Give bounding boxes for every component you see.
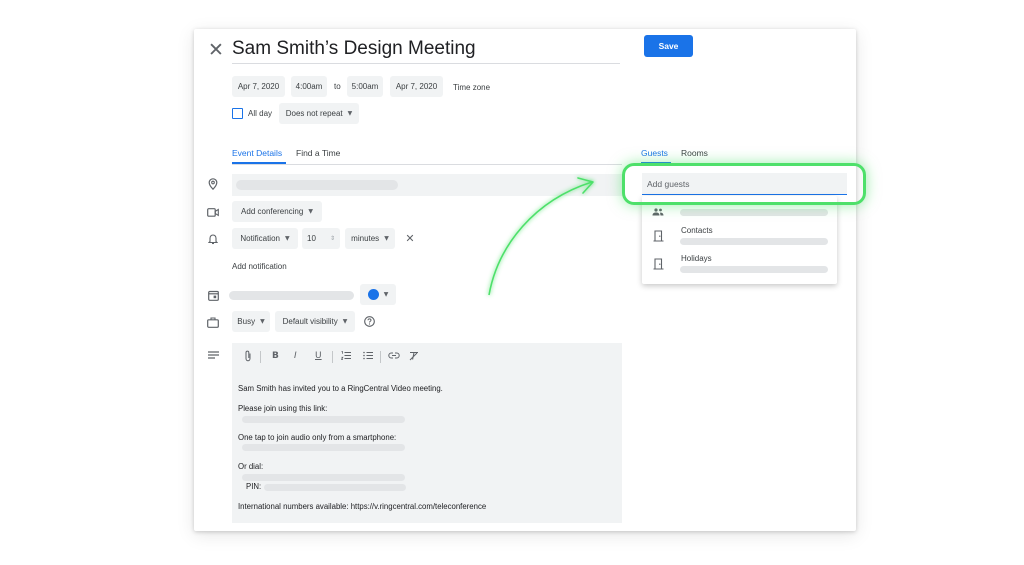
pin-label: PIN:: [246, 482, 262, 491]
description-editor[interactable]: B I U Sam Smith has invited you to a Rin…: [232, 343, 622, 523]
visibility-label: Default visibility: [282, 317, 338, 326]
busy-dropdown[interactable]: Busy ▼: [232, 311, 270, 332]
all-day-checkbox[interactable]: [232, 108, 243, 119]
notification-type-label: Notification: [240, 234, 280, 243]
tab-find-a-time[interactable]: Find a Time: [296, 148, 340, 158]
pin-value-redacted: [264, 484, 406, 491]
description-line-join-link: Please join using this link:: [238, 404, 328, 413]
end-time-label: 5:00am: [351, 82, 379, 91]
chevron-down-icon: ▼: [260, 318, 265, 325]
event-color-dropdown[interactable]: ▼: [360, 284, 396, 305]
save-button[interactable]: Save: [644, 35, 693, 57]
guest-suggestions-dropdown: Contacts Holidays: [642, 196, 837, 284]
bulleted-list-icon[interactable]: [363, 351, 373, 363]
suggestion-holidays-redacted: [680, 266, 828, 273]
suggestion-contacts[interactable]: Contacts: [652, 226, 837, 252]
chevron-down-icon: ▼: [342, 318, 348, 325]
start-time-field[interactable]: 4:00am: [291, 76, 327, 97]
chevron-down-icon: ▼: [284, 235, 290, 242]
notification-value-stepper[interactable]: 10 ⇕: [302, 228, 340, 249]
event-color-swatch: [367, 289, 379, 300]
suggestion-contacts-redacted: [680, 238, 828, 245]
description-icon: [206, 349, 220, 361]
visibility-dropdown[interactable]: Default visibility ▼: [275, 311, 355, 332]
end-time-field[interactable]: 5:00am: [347, 76, 383, 97]
repeat-dropdown[interactable]: Does not repeat ▼: [279, 103, 359, 124]
suggestion-holidays-label: Holidays: [681, 254, 712, 263]
all-day-label: All day: [248, 109, 273, 118]
end-date-label: Apr 7, 2020: [395, 82, 438, 91]
door-icon: [652, 230, 664, 242]
repeat-value: Does not repeat: [285, 109, 343, 118]
tab-guests[interactable]: Guests: [641, 148, 668, 158]
add-notification-link[interactable]: Add notification: [232, 262, 287, 271]
start-date-label: Apr 7, 2020: [237, 82, 280, 91]
event-title[interactable]: Sam Smith’s Design Meeting: [232, 38, 476, 60]
calendar-name-redacted: [229, 291, 354, 300]
notification-type-dropdown[interactable]: Notification ▼: [232, 228, 298, 249]
door-icon: [652, 258, 664, 270]
suggestion-people[interactable]: [652, 206, 837, 222]
start-time-label: 4:00am: [295, 82, 323, 91]
description-line-invite: Sam Smith has invited you to a RingCentr…: [238, 384, 443, 393]
location-placeholder-redacted: [236, 180, 398, 190]
start-date-field[interactable]: Apr 7, 2020: [232, 76, 285, 97]
toolbar-separator: [332, 351, 333, 363]
numbered-list-icon[interactable]: [340, 351, 351, 363]
close-icon[interactable]: ✕: [208, 39, 224, 61]
description-line-international: International numbers available: https:/…: [238, 502, 487, 511]
link-icon[interactable]: [388, 352, 400, 362]
notification-value: 10: [307, 234, 316, 243]
underline-icon[interactable]: U: [315, 351, 322, 361]
tabs-divider: [232, 164, 622, 165]
notification-unit-label: minutes: [351, 234, 380, 243]
meeting-link-redacted: [242, 416, 405, 423]
suggestion-holidays[interactable]: Holidays: [652, 254, 837, 280]
dial-number-redacted: [242, 474, 405, 481]
people-icon: [652, 206, 664, 218]
tab-event-details[interactable]: Event Details: [232, 148, 282, 158]
clear-formatting-icon[interactable]: [409, 351, 419, 364]
add-conferencing-dropdown[interactable]: Add conferencing ▼: [232, 201, 322, 222]
bold-icon[interactable]: B: [272, 351, 279, 361]
end-date-field[interactable]: Apr 7, 2020: [390, 76, 443, 97]
tab-rooms[interactable]: Rooms: [681, 148, 708, 158]
description-line-one-tap: One tap to join audio only from a smartp…: [238, 433, 397, 442]
attachment-icon[interactable]: [244, 350, 252, 365]
title-underline: [232, 63, 620, 64]
annotation-arrow-icon: [488, 177, 594, 296]
bell-icon: [206, 232, 220, 246]
chevron-down-icon: ▼: [383, 291, 389, 298]
toolbar-separator: [380, 351, 381, 363]
chevron-down-icon: ▼: [308, 208, 313, 215]
remove-notification-icon[interactable]: ✕: [403, 231, 417, 245]
video-camera-icon: [206, 205, 220, 219]
briefcase-icon: [206, 315, 220, 329]
help-icon[interactable]: [362, 314, 376, 328]
calendar-icon: [206, 288, 220, 302]
italic-icon[interactable]: I: [294, 351, 297, 361]
location-icon: [206, 177, 220, 191]
stepper-icon[interactable]: ⇕: [330, 235, 335, 242]
suggestion-people-redacted: [680, 209, 828, 216]
timezone-link[interactable]: Time zone: [453, 83, 490, 92]
add-guests-highlight: [622, 163, 866, 205]
one-tap-number-redacted: [242, 444, 405, 451]
notification-unit-dropdown[interactable]: minutes ▼: [345, 228, 395, 249]
conferencing-label: Add conferencing: [241, 207, 304, 216]
chevron-down-icon: ▼: [347, 110, 353, 117]
description-line-or-dial: Or dial:: [238, 462, 264, 471]
to-label: to: [334, 82, 341, 91]
chevron-down-icon: ▼: [384, 235, 389, 242]
toolbar-separator: [260, 351, 261, 363]
busy-label: Busy: [237, 317, 256, 326]
suggestion-contacts-label: Contacts: [681, 226, 713, 235]
